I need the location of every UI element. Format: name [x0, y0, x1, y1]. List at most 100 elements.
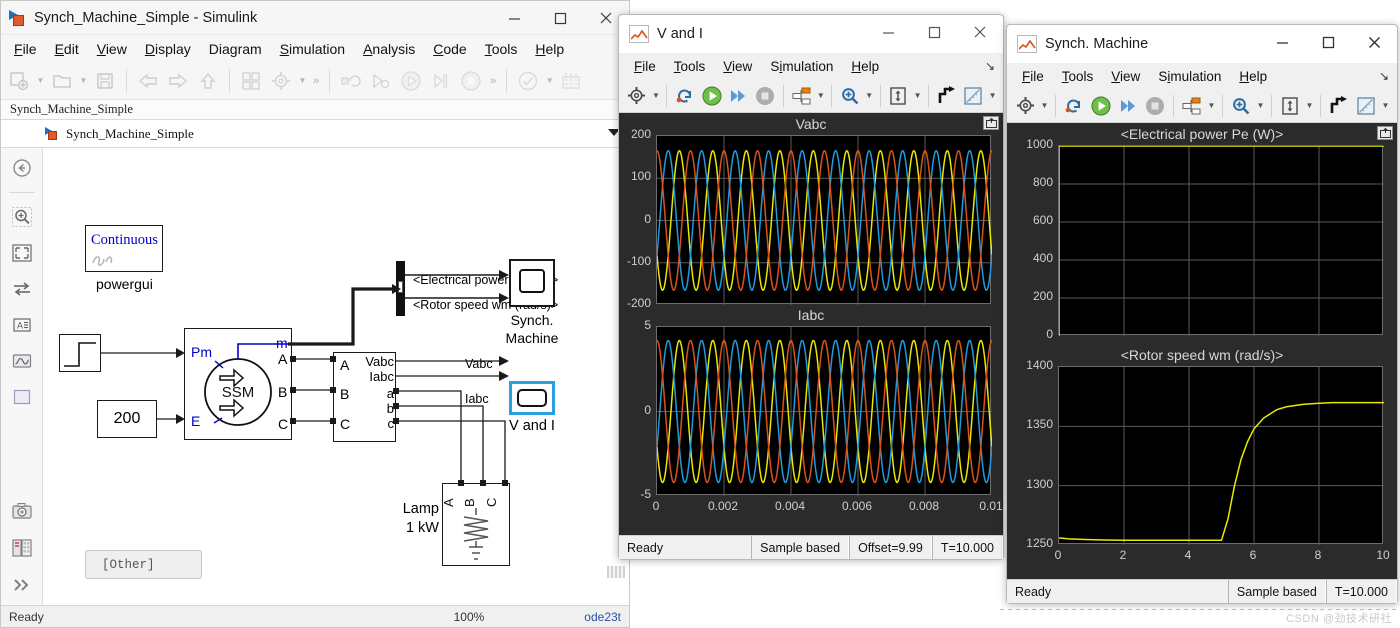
toolbar-separator	[928, 84, 929, 107]
model-data-icon[interactable]	[10, 536, 34, 560]
run-icon[interactable]	[1088, 93, 1114, 119]
highlight-signal-icon[interactable]	[934, 83, 960, 109]
arrange-icon[interactable]	[10, 277, 34, 301]
menu-file[interactable]: File	[5, 38, 46, 60]
scope-settings-icon[interactable]	[624, 83, 650, 109]
menu-view[interactable]: View	[1102, 67, 1149, 86]
forward-arrow-icon[interactable]	[164, 67, 192, 95]
autoscale-icon[interactable]	[1277, 93, 1303, 119]
annotation-icon[interactable]: A	[10, 313, 34, 337]
autoscale-icon[interactable]	[886, 83, 912, 109]
signal-selector-icon[interactable]	[1179, 93, 1205, 119]
save-model-icon[interactable]	[91, 67, 119, 95]
signal-selector-icon[interactable]	[789, 83, 815, 109]
expand-more-icon[interactable]	[10, 573, 34, 597]
maximize-button[interactable]	[911, 15, 957, 49]
menu-code[interactable]: Code	[424, 38, 475, 60]
menu-help[interactable]: Help	[842, 57, 888, 76]
model-configuration-caret-icon[interactable]: ▼	[297, 67, 308, 95]
scope-vi-plot-area[interactable]: Vabc -200 -100 0 100 200 Iabc -5 0 5 0 0.002 0.0…	[619, 113, 1003, 535]
menu-help[interactable]: Help	[526, 38, 573, 60]
stop-icon[interactable]	[1142, 93, 1168, 119]
highlight-signal-icon[interactable]	[1326, 93, 1352, 119]
menu-display[interactable]: Display	[136, 38, 200, 60]
snapshot-icon[interactable]	[10, 499, 34, 523]
menu-tools[interactable]: Tools	[665, 57, 715, 76]
caret-down-icon[interactable]: ▼	[1206, 93, 1217, 119]
caret-down-icon[interactable]: ▼	[987, 83, 998, 109]
minimize-button[interactable]	[1259, 25, 1305, 59]
zoom-in-icon[interactable]	[1228, 93, 1254, 119]
overflow-chevron-icon[interactable]: »	[487, 75, 499, 87]
menu-file[interactable]: File	[1013, 67, 1053, 86]
stop-icon[interactable]	[752, 83, 778, 109]
menu-view[interactable]: View	[714, 57, 761, 76]
zoom-in-icon[interactable]	[10, 205, 34, 229]
open-model-caret-icon[interactable]: ▼	[78, 67, 89, 95]
navigate-back-icon[interactable]	[10, 156, 34, 180]
maximize-button[interactable]	[1305, 25, 1351, 59]
update-connect-icon[interactable]	[1061, 93, 1087, 119]
minimize-button[interactable]	[491, 1, 537, 35]
run-icon[interactable]	[699, 83, 725, 109]
step-forward-icon[interactable]	[1115, 93, 1141, 119]
menu-tools[interactable]: Tools	[1053, 67, 1103, 86]
model-canvas[interactable]: Continuous powergui 200 SSM Pm E m A B C…	[43, 148, 629, 605]
menu-simulation[interactable]: Simulation	[1149, 67, 1230, 86]
update-model-icon[interactable]	[337, 67, 365, 95]
caret-down-icon[interactable]: ▼	[815, 83, 826, 109]
close-button[interactable]	[957, 15, 1003, 49]
scope-settings-icon[interactable]	[1012, 93, 1038, 119]
breadcrumb-label[interactable]: Synch_Machine_Simple	[66, 126, 194, 142]
menu-edit[interactable]: Edit	[46, 38, 88, 60]
undock-arrow-icon[interactable]: ↘	[1379, 69, 1389, 83]
run-icon[interactable]	[397, 67, 425, 95]
step-forward-icon[interactable]	[726, 83, 752, 109]
maximize-button[interactable]	[537, 1, 583, 35]
caret-down-icon[interactable]: ▼	[912, 83, 923, 109]
other-palette-button[interactable]: [Other]	[85, 550, 202, 579]
data-inspector-icon[interactable]	[557, 67, 585, 95]
menu-file[interactable]: File	[625, 57, 665, 76]
up-level-icon[interactable]	[194, 67, 222, 95]
scope-viewer-icon[interactable]	[10, 349, 34, 373]
caret-down-icon[interactable]: ▼	[1304, 93, 1315, 119]
menu-diagram[interactable]: Diagram	[200, 38, 271, 60]
minimize-button[interactable]	[865, 15, 911, 49]
update-connect-icon[interactable]	[672, 83, 698, 109]
breadcrumb-model-icon	[45, 126, 60, 141]
new-model-icon[interactable]	[5, 67, 33, 95]
menu-view[interactable]: View	[88, 38, 136, 60]
fast-restart-icon[interactable]	[367, 67, 395, 95]
cursor-measurements-icon[interactable]	[961, 83, 987, 109]
menu-analysis[interactable]: Analysis	[354, 38, 424, 60]
open-model-icon[interactable]	[48, 67, 76, 95]
close-button[interactable]	[1351, 25, 1397, 59]
cursor-measurements-icon[interactable]	[1353, 93, 1379, 119]
library-browser-icon[interactable]	[237, 67, 265, 95]
caret-down-icon[interactable]: ▼	[864, 83, 875, 109]
step-forward-icon[interactable]	[427, 67, 455, 95]
undock-arrow-icon[interactable]: ↘	[985, 59, 995, 73]
caret-down-icon[interactable]: ▼	[1255, 93, 1266, 119]
stop-icon[interactable]	[457, 67, 485, 95]
menu-help[interactable]: Help	[1230, 67, 1276, 86]
menu-tools[interactable]: Tools	[476, 38, 527, 60]
zoom-in-icon[interactable]	[837, 83, 863, 109]
caret-down-icon[interactable]: ▼	[1380, 93, 1391, 119]
model-advisor-caret-icon[interactable]: ▼	[544, 67, 555, 95]
menu-simulation[interactable]: Simulation	[271, 38, 354, 60]
model-advisor-icon[interactable]	[514, 67, 542, 95]
caret-down-icon[interactable]: ▼	[651, 83, 662, 109]
model-configuration-icon[interactable]	[267, 67, 295, 95]
new-model-caret-icon[interactable]: ▼	[35, 67, 46, 95]
menu-simulation[interactable]: Simulation	[761, 57, 842, 76]
caret-down-icon[interactable]: ▼	[1039, 93, 1050, 119]
back-arrow-icon[interactable]	[134, 67, 162, 95]
scope-machine-plot-area[interactable]: <Electrical power Pe (W)> 0 200 400 600 800 1…	[1007, 123, 1397, 579]
canvas-scroll-grip[interactable]	[607, 566, 625, 578]
overflow-chevron-icon[interactable]: »	[310, 75, 322, 87]
subsystem-icon[interactable]	[10, 385, 34, 409]
fit-to-view-icon[interactable]	[10, 241, 34, 265]
tab-synch-machine-simple[interactable]: Synch_Machine_Simple	[1, 101, 142, 119]
